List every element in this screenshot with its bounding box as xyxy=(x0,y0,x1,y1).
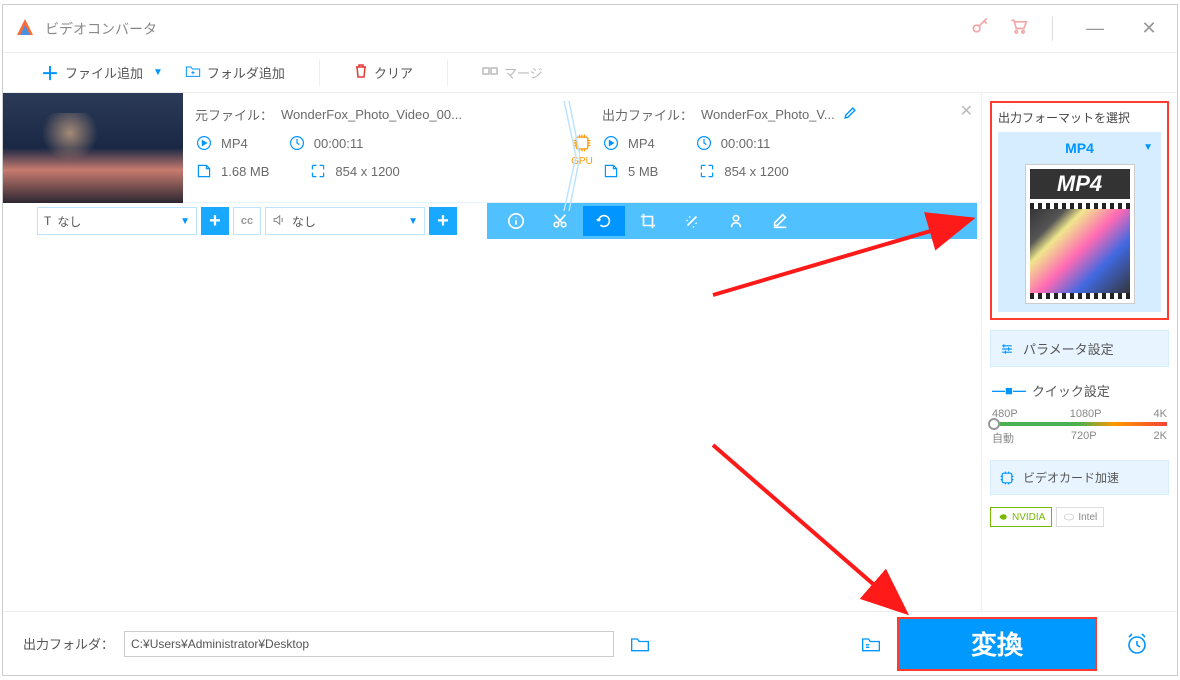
source-format: MP4 xyxy=(221,136,248,151)
output-duration: 00:00:11 xyxy=(721,136,771,151)
minimize-button[interactable]: — xyxy=(1077,11,1113,47)
text-icon: T xyxy=(44,214,51,228)
output-folder-label: 出力フォルダ： xyxy=(23,634,114,653)
nvidia-badge[interactable]: NVIDIA xyxy=(990,507,1052,527)
merge-icon xyxy=(482,63,498,82)
filesize-icon xyxy=(195,162,213,180)
output-folder-input[interactable] xyxy=(124,631,614,657)
output-resolution: 854 x 1200 xyxy=(724,164,788,179)
quick-settings-panel: —■— クイック設定 480P 1080P 4K 自動 720P 2K xyxy=(990,377,1169,450)
quality-auto: 自動 xyxy=(992,430,1014,446)
info-button[interactable] xyxy=(495,206,537,236)
cart-icon[interactable] xyxy=(1008,16,1028,41)
source-duration: 00:00:11 xyxy=(314,136,364,151)
effects-button[interactable] xyxy=(671,206,713,236)
add-folder-label: フォルダ追加 xyxy=(207,63,285,82)
quality-4k: 4K xyxy=(1154,408,1167,420)
main-toolbar: ＋ ファイル追加 ▼ フォルダ追加 クリア マージ xyxy=(3,53,1177,93)
format-preview: MP4 xyxy=(1025,164,1135,304)
slider-thumb[interactable] xyxy=(988,418,1000,430)
remove-file-button[interactable]: ✕ xyxy=(960,101,973,121)
output-format: MP4 xyxy=(628,136,655,151)
chevron-down-icon: ▼ xyxy=(1143,142,1153,153)
subtitle-select[interactable]: T なし ▼ xyxy=(37,207,197,235)
watermark-button[interactable] xyxy=(715,206,757,236)
add-audio-button[interactable]: + xyxy=(429,207,457,235)
edit-icon[interactable] xyxy=(843,106,857,123)
output-size: 5 MB xyxy=(628,164,658,179)
source-file-label: 元ファイル： xyxy=(195,105,273,124)
quality-slider[interactable] xyxy=(992,422,1167,426)
convert-button[interactable]: 変換 xyxy=(897,617,1097,671)
plus-icon: ＋ xyxy=(41,60,59,86)
clear-button[interactable]: クリア xyxy=(346,59,421,86)
source-size: 1.68 MB xyxy=(221,164,269,179)
add-file-label: ファイル追加 xyxy=(65,63,143,82)
browse-folder-button[interactable] xyxy=(624,628,656,660)
source-file-name: WonderFox_Photo_Video_00... xyxy=(281,107,462,122)
add-file-button[interactable]: ＋ ファイル追加 ▼ xyxy=(33,56,171,90)
subtitle-value: なし xyxy=(57,213,81,230)
resolution-icon xyxy=(698,162,716,180)
output-file-label: 出力ファイル： xyxy=(602,105,693,124)
nvidia-label: NVIDIA xyxy=(1012,512,1045,523)
parameter-settings-button[interactable]: パラメータ設定 xyxy=(990,330,1169,367)
quality-720p: 720P xyxy=(1071,430,1097,446)
quality-1080p: 1080P xyxy=(1070,408,1102,420)
edit-button[interactable] xyxy=(759,206,801,236)
edit-toolbar: T なし ▼ + cc なし ▼ + xyxy=(3,203,981,239)
gpu-accel-button[interactable]: ビデオカード加速 xyxy=(990,460,1169,495)
chevron-down-icon: ▼ xyxy=(180,216,190,227)
speaker-icon xyxy=(272,213,286,230)
output-file-name: WonderFox_Photo_V... xyxy=(701,107,835,122)
close-button[interactable]: ✕ xyxy=(1131,11,1167,47)
crop-button[interactable] xyxy=(627,206,669,236)
audio-select[interactable]: なし ▼ xyxy=(265,207,425,235)
format-panel: 出力フォーマットを選択 MP4 ▼ MP4 xyxy=(990,101,1169,320)
video-thumbnail[interactable] xyxy=(3,93,183,203)
filesize-icon xyxy=(602,162,620,180)
quality-2k: 2K xyxy=(1154,430,1167,446)
open-folder-button[interactable] xyxy=(855,628,887,660)
intel-label: Intel xyxy=(1078,512,1097,523)
param-label: パラメータ設定 xyxy=(1023,339,1114,358)
merge-button[interactable]: マージ xyxy=(474,59,551,86)
cc-button[interactable]: cc xyxy=(233,207,261,235)
folder-plus-icon xyxy=(185,64,201,81)
format-selected: MP4 xyxy=(1065,140,1094,156)
file-item: 元ファイル： WonderFox_Photo_Video_00... MP4 0… xyxy=(3,93,981,203)
format-selector[interactable]: MP4 ▼ MP4 xyxy=(998,132,1161,312)
quick-label: クイック設定 xyxy=(1032,381,1110,400)
gpu-accel-label: ビデオカード加速 xyxy=(1023,469,1119,486)
app-logo-icon xyxy=(13,17,37,41)
source-resolution: 854 x 1200 xyxy=(335,164,399,179)
format-title: 出力フォーマットを選択 xyxy=(998,109,1161,126)
key-icon[interactable] xyxy=(970,16,990,41)
resolution-icon xyxy=(309,162,327,180)
convert-label: 変換 xyxy=(971,625,1023,662)
format-icon xyxy=(195,134,213,152)
alarm-button[interactable] xyxy=(1117,624,1157,664)
right-panel: 出力フォーマットを選択 MP4 ▼ MP4 パラメータ設定 xyxy=(981,93,1177,611)
format-icon xyxy=(602,134,620,152)
clock-icon xyxy=(288,134,306,152)
add-subtitle-button[interactable]: + xyxy=(201,207,229,235)
rotate-button[interactable] xyxy=(583,206,625,236)
clear-label: クリア xyxy=(374,63,413,82)
trash-icon xyxy=(354,63,368,82)
dash-icon: —■— xyxy=(992,383,1026,398)
intel-badge[interactable]: Intel xyxy=(1056,507,1104,527)
add-folder-button[interactable]: フォルダ追加 xyxy=(177,59,293,86)
merge-label: マージ xyxy=(504,63,543,82)
bottom-bar: 出力フォルダ： 変換 xyxy=(3,611,1177,675)
clock-icon xyxy=(695,134,713,152)
app-title: ビデオコンバータ xyxy=(45,19,970,39)
title-bar: ビデオコンバータ — ✕ xyxy=(3,5,1177,53)
format-badge: MP4 xyxy=(1030,169,1130,199)
chevron-down-icon: ▼ xyxy=(408,216,418,227)
audio-value: なし xyxy=(292,213,316,230)
chevron-down-icon[interactable]: ▼ xyxy=(153,67,163,78)
